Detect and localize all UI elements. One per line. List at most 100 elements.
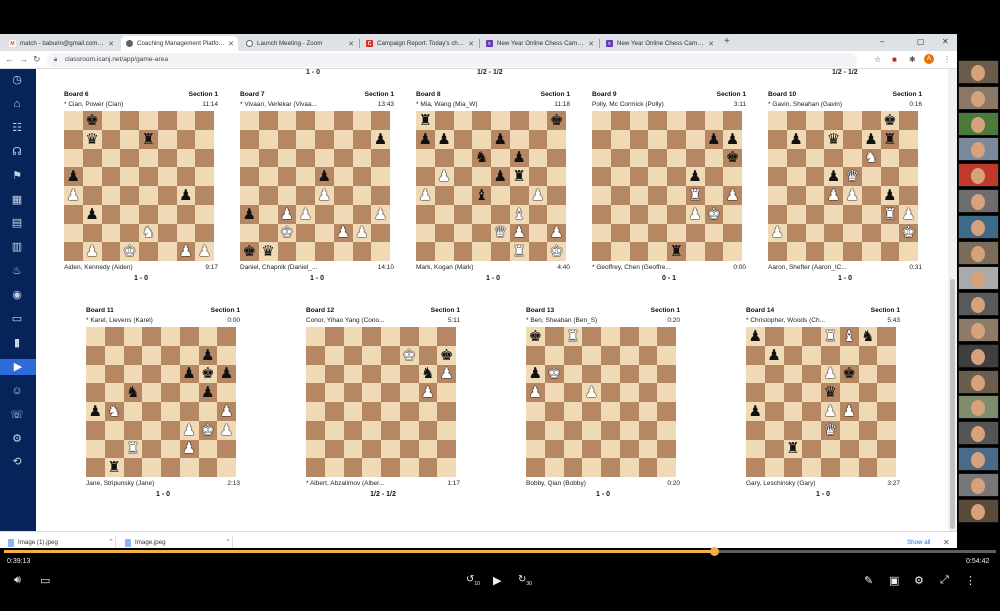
board-square[interactable] (333, 204, 353, 224)
board-square[interactable] (786, 223, 806, 243)
board-square[interactable] (381, 364, 400, 384)
board-square[interactable] (179, 345, 199, 365)
board-square[interactable] (805, 111, 825, 130)
participant-video-tile[interactable] (958, 472, 999, 497)
black-pawn-icon[interactable]: ♟ (883, 187, 896, 203)
chess-board[interactable]: ♟ ♜ ♝ ♞ ♟ ♟ ♚ ♛ ♟ ♟ ♟ ♛ ♜ (746, 327, 896, 477)
board-square[interactable]: ♛ (843, 167, 862, 186)
board-square[interactable] (805, 167, 825, 186)
board-square[interactable] (217, 439, 236, 459)
board-square[interactable]: ♜ (104, 458, 124, 477)
board-card[interactable]: Board 9 Section 1 Polly, Mc Cormick (Polly… (592, 91, 746, 284)
participant-video-tile[interactable] (958, 369, 999, 394)
board-square[interactable] (104, 364, 124, 384)
board-square[interactable]: ♚ (704, 204, 724, 224)
board-square[interactable]: ♟ (176, 242, 196, 261)
close-icon[interactable]: ✕ (708, 40, 714, 48)
board-square[interactable] (64, 223, 83, 243)
board-square[interactable] (240, 167, 259, 186)
board-square[interactable]: ♜ (139, 129, 158, 149)
black-pawn-icon[interactable]: ♟ (89, 403, 102, 419)
board-square[interactable] (667, 129, 686, 149)
board-square[interactable] (786, 242, 806, 261)
board-square[interactable]: ♞ (123, 383, 143, 402)
play-icon[interactable]: ▶ (0, 358, 36, 375)
board-square[interactable] (563, 420, 583, 440)
board-square[interactable]: ♞ (861, 148, 881, 168)
board-square[interactable] (324, 402, 344, 421)
black-queen-icon[interactable]: ♛ (85, 131, 98, 147)
board-square[interactable] (416, 223, 435, 243)
black-pawn-icon[interactable]: ♟ (827, 169, 840, 184)
board-square[interactable] (64, 242, 83, 261)
board-square[interactable] (601, 458, 620, 477)
board-square[interactable]: ♚ (547, 111, 566, 130)
board-square[interactable] (437, 327, 456, 346)
board-square[interactable]: ♟ (416, 129, 435, 149)
fire-icon[interactable]: ♨ (8, 263, 26, 279)
board-square[interactable] (240, 148, 259, 168)
board-square[interactable] (306, 458, 325, 477)
board-square[interactable]: ♞ (472, 148, 491, 168)
board-square[interactable] (101, 204, 121, 224)
dashboard-icon[interactable]: ◷ (8, 72, 26, 88)
board-square[interactable] (786, 167, 806, 186)
board-square[interactable] (619, 458, 639, 477)
board-square[interactable] (629, 111, 649, 130)
board-square[interactable] (746, 364, 765, 384)
white-pawn-icon[interactable]: ♟ (437, 169, 450, 184)
board-square[interactable] (858, 420, 878, 440)
board-square[interactable] (601, 439, 620, 459)
chess-board[interactable]: ♚ ♛ ♜ ♟ ♟ ♟ ♟ ♞ ♟ ♚ ♟ ♟ (64, 111, 214, 261)
black-king-icon[interactable]: ♚ (243, 244, 256, 259)
board-square[interactable] (306, 439, 325, 459)
board-square[interactable] (843, 204, 862, 224)
board-square[interactable] (619, 420, 639, 440)
participant-video-tile[interactable] (958, 60, 999, 84)
participant-video-tile[interactable] (958, 85, 999, 110)
board-square[interactable] (824, 148, 843, 168)
board-square[interactable] (802, 364, 821, 384)
board-square[interactable] (648, 186, 667, 205)
white-pawn-icon[interactable]: ♟ (374, 206, 387, 222)
board-square[interactable] (768, 242, 787, 261)
board-square[interactable]: ♟ (434, 167, 454, 186)
black-pawn-icon[interactable]: ♟ (201, 385, 214, 400)
board-square[interactable] (877, 402, 896, 421)
black-bishop-icon[interactable]: ♝ (475, 187, 488, 203)
black-rook-icon[interactable]: ♜ (883, 131, 896, 147)
board-square[interactable] (805, 148, 825, 168)
board-square[interactable] (783, 458, 803, 477)
board-square[interactable]: ♟ (509, 148, 529, 168)
board-square[interactable] (418, 439, 438, 459)
chess-board[interactable]: ♚ ♚ ♞ ♟ ♟ (306, 327, 456, 477)
board-square[interactable] (139, 167, 158, 186)
board-square[interactable] (528, 223, 548, 243)
board-square[interactable] (858, 345, 878, 365)
board-square[interactable]: ♚ (198, 364, 218, 384)
participant-video-tile[interactable] (958, 189, 999, 213)
board-square[interactable] (821, 458, 840, 477)
url-field[interactable]: 🔒︎ classroom.icanj.net/app/game-area (47, 53, 857, 67)
white-rook-icon[interactable]: ♜ (126, 441, 139, 456)
board-square[interactable] (821, 345, 840, 365)
board-square[interactable] (657, 420, 676, 440)
board-square[interactable] (880, 167, 900, 186)
participant-video-tile[interactable] (958, 111, 999, 136)
participant-video-tile[interactable] (958, 395, 999, 420)
white-pawn-icon[interactable]: ♟ (220, 422, 233, 438)
black-pawn-icon[interactable]: ♟ (179, 187, 192, 203)
board-square[interactable]: ♟ (179, 439, 199, 459)
board-square[interactable] (399, 458, 419, 477)
board-square[interactable] (638, 383, 658, 402)
board-square[interactable] (723, 167, 742, 186)
white-pawn-icon[interactable]: ♟ (846, 187, 859, 203)
board-square[interactable] (802, 402, 821, 421)
board-square[interactable] (139, 148, 158, 168)
white-queen-icon[interactable]: ♛ (824, 422, 837, 438)
board-square[interactable]: ♜ (880, 129, 900, 149)
board-square[interactable] (315, 242, 334, 261)
white-bishop-icon[interactable]: ♝ (512, 206, 525, 222)
board-square[interactable] (157, 167, 177, 186)
close-icon[interactable]: ✕ (468, 40, 474, 48)
